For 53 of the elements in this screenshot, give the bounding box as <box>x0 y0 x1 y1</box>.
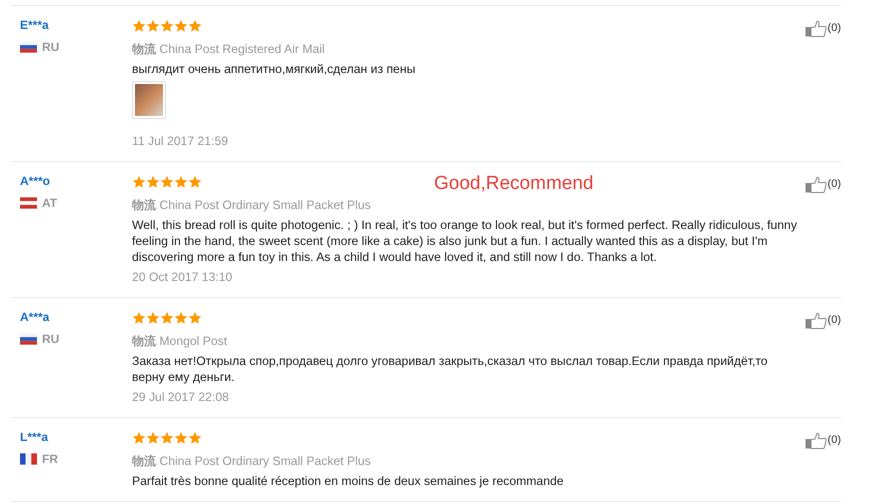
like-count: (0) <box>828 433 841 448</box>
user-name[interactable]: L***a <box>20 428 132 446</box>
star-icon <box>188 175 202 189</box>
user-name[interactable]: A***a <box>20 308 132 326</box>
star-icon <box>132 431 146 445</box>
star-icon <box>174 311 188 325</box>
country-code: AT <box>42 195 58 212</box>
star-icon <box>188 19 202 33</box>
flag-icon <box>20 333 37 345</box>
star-icon <box>132 19 146 33</box>
star-icon <box>160 19 174 33</box>
star-icon <box>174 175 188 189</box>
review-date: 29 Jul 2017 22:08 <box>132 389 230 406</box>
star-icon <box>132 311 146 325</box>
shipping-method: 物流 Mongol Post <box>132 333 228 350</box>
review-text: Заказа нет!Открыла спор,продавец долго уговаривал закрыть,сказал что выслал товар.Если правда прийдёт,то верну ему деньги. <box>132 353 769 385</box>
like-count: (0) <box>828 21 841 36</box>
star-icon <box>174 431 188 445</box>
review-text: Parfait très bonne qualité réception en moins de deux semaines je recommande <box>132 473 565 489</box>
star-icon <box>146 175 160 189</box>
review-text: выглядит очень аппетитно,мягкий,сделан из пены <box>132 61 416 77</box>
thumbs-up-icon[interactable] <box>804 432 827 449</box>
thumbs-up-icon[interactable] <box>804 312 827 329</box>
overlay-caption: Good,Recommend <box>434 172 594 196</box>
like-count: (0) <box>828 177 841 192</box>
shipping-method: 物流 China Post Registered Air Mail <box>132 41 326 58</box>
country-code: FR <box>42 451 58 468</box>
user-name[interactable]: E***a <box>20 16 132 34</box>
like-count: (0) <box>828 313 841 328</box>
shipping-method: 物流 China Post Ordinary Small Packet Plus <box>132 453 372 470</box>
star-icon <box>146 19 160 33</box>
star-icon <box>132 175 146 189</box>
star-icon <box>160 311 174 325</box>
star-icon <box>146 431 160 445</box>
thumbs-up-icon[interactable] <box>804 176 827 193</box>
country-code: RU <box>42 39 60 56</box>
star-icon <box>160 431 174 445</box>
star-icon <box>160 175 174 189</box>
star-icon <box>174 19 188 33</box>
thumbs-up-icon[interactable] <box>804 20 827 37</box>
star-icon <box>188 431 202 445</box>
flag-icon <box>20 197 37 209</box>
star-icon <box>146 311 160 325</box>
review-date: 20 Oct 2017 13:10 <box>132 269 234 286</box>
review-text: Well, this bread roll is quite photogenic. ; ) In real, it's too orange to look real, but it's formed perfect. Really ridiculous, funny feeling in the hand, the sweet scent (more like a cake) is also junk but a fun. I actually wanted this as a display, but I'm discovering more a fun toy in this. As a child I would have loved it, and still now I do. Thanks a lot. <box>132 217 798 265</box>
star-icon <box>188 311 202 325</box>
photo-thumbnail[interactable] <box>132 81 166 119</box>
shipping-method: 物流 China Post Ordinary Small Packet Plus <box>132 197 372 214</box>
country-code: RU <box>42 331 60 348</box>
review-date: 11 Jul 2017 21:59 <box>132 133 229 150</box>
user-name[interactable]: A***o <box>20 172 132 190</box>
flag-icon <box>20 41 37 53</box>
flag-icon <box>20 453 37 465</box>
